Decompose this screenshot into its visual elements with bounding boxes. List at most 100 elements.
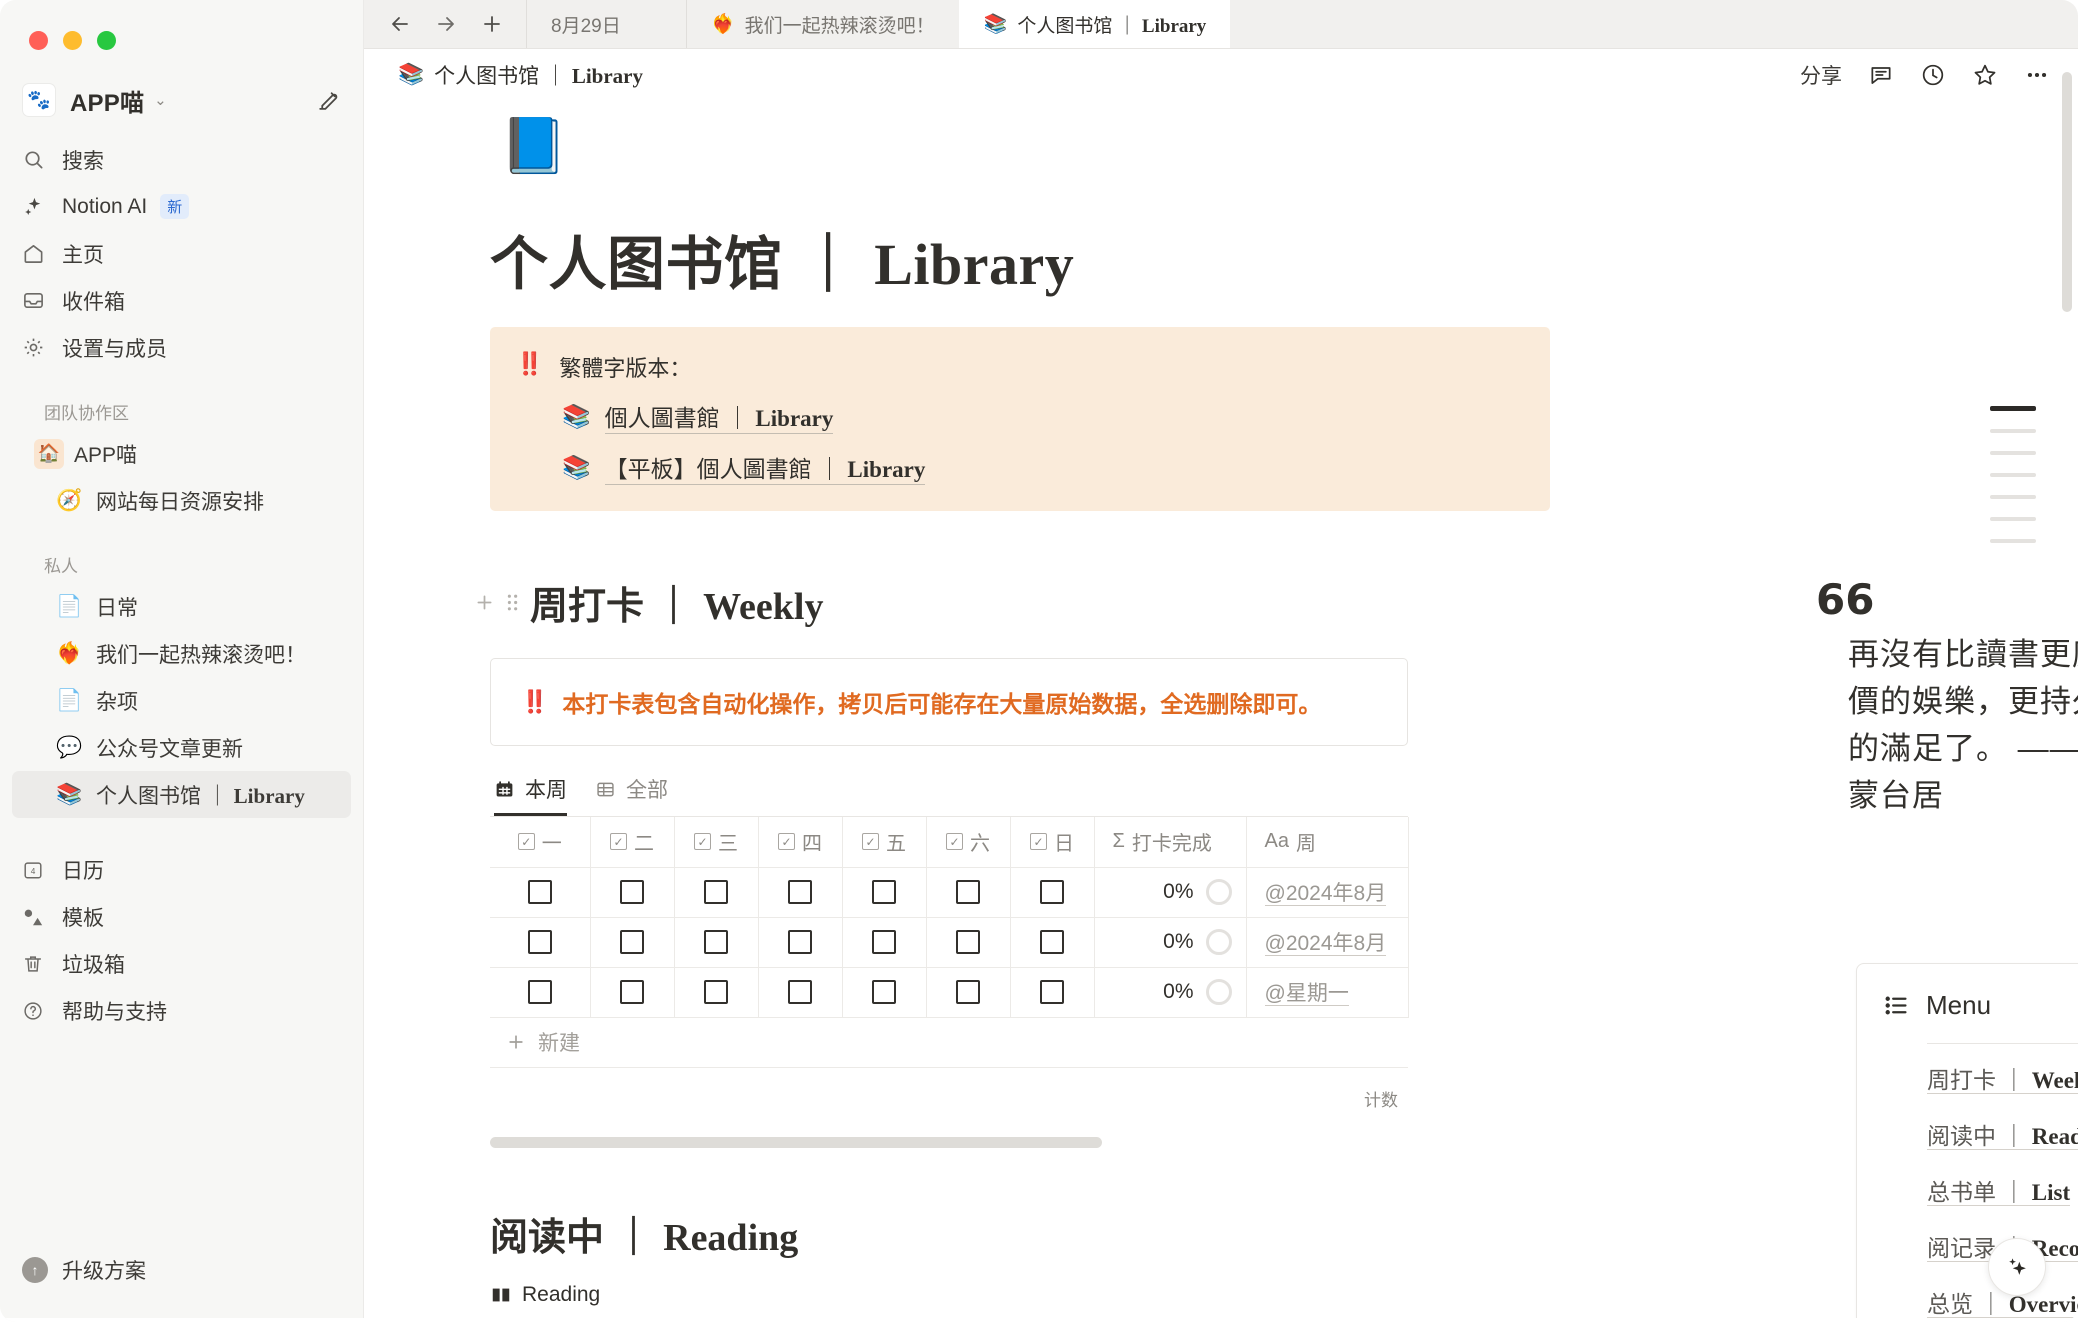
table-row[interactable]: 0% @2024年8月 xyxy=(490,917,1409,968)
cell-completion[interactable]: 0% xyxy=(1094,917,1247,968)
checkbox-unchecked-icon[interactable] xyxy=(620,930,644,954)
callout-link-row[interactable]: 📚 個人圖書館 ｜ Library xyxy=(562,399,1522,434)
sidebar-item-help[interactable]: 帮助与支持 xyxy=(0,987,363,1034)
menu-item-reading[interactable]: 阅读中 ｜ Reading xyxy=(1927,1106,2078,1162)
sidebar-item-inbox[interactable]: 收件箱 xyxy=(0,277,363,324)
sidebar-item-daily[interactable]: 📄 日常 xyxy=(12,583,351,630)
breadcrumb[interactable]: 📚 个人图书馆 ｜ Library xyxy=(398,60,643,90)
arrow-right-icon[interactable] xyxy=(434,12,458,36)
plus-icon[interactable] xyxy=(474,592,495,613)
close-button[interactable] xyxy=(29,30,48,50)
minimize-button[interactable] xyxy=(63,30,82,50)
column-header-wed[interactable]: ✓ 三 xyxy=(674,817,759,868)
cell-checkbox-wed[interactable] xyxy=(674,917,759,968)
column-header-sun[interactable]: ✓ 日 xyxy=(1010,817,1095,868)
cell-checkbox-thu[interactable] xyxy=(758,967,843,1018)
checkbox-unchecked-icon[interactable] xyxy=(872,930,896,954)
workspace-switcher[interactable]: 🐾 APP喵 ⌄ xyxy=(0,74,363,126)
db-view-this-week[interactable]: 本周 xyxy=(494,774,567,816)
tab-hot-spicy[interactable]: ❤️‍🔥 我们一起热辣滚烫吧！ xyxy=(686,0,959,48)
checkbox-unchecked-icon[interactable] xyxy=(1040,880,1064,904)
checkbox-unchecked-icon[interactable] xyxy=(704,930,728,954)
more-icon[interactable] xyxy=(2024,62,2050,88)
toc-line[interactable] xyxy=(1990,429,2036,433)
cell-checkbox-sat[interactable] xyxy=(926,867,1011,918)
sidebar-item-search[interactable]: 搜索 xyxy=(0,136,363,183)
cell-checkbox-fri[interactable] xyxy=(842,967,927,1018)
cell-checkbox-mon[interactable] xyxy=(490,867,591,918)
checkbox-unchecked-icon[interactable] xyxy=(527,930,552,954)
sidebar-item-daily-resources[interactable]: 🧭 网站每日资源安排 xyxy=(12,477,351,524)
sidebar-item-home[interactable]: 主页 xyxy=(0,230,363,277)
toc-line[interactable] xyxy=(1990,451,2036,455)
sidebar-item-app-miao[interactable]: 🏠 APP喵 xyxy=(12,430,351,477)
sidebar-item-trash[interactable]: 垃圾箱 xyxy=(0,940,363,987)
scrollbar-thumb[interactable] xyxy=(2062,72,2072,312)
checkbox-unchecked-icon[interactable] xyxy=(620,880,644,904)
cell-checkbox-mon[interactable] xyxy=(490,967,591,1018)
menu-item-weekly[interactable]: 周打卡 ｜ Weekly xyxy=(1927,1050,2078,1106)
sidebar-item-notion-ai[interactable]: Notion AI 新 xyxy=(0,183,363,230)
cell-week[interactable]: @星期一 xyxy=(1246,967,1409,1018)
sidebar-item-calendar[interactable]: 4 日历 xyxy=(0,846,363,893)
table-row[interactable]: 0% @2024年8月 xyxy=(490,867,1409,918)
cell-checkbox-tue[interactable] xyxy=(590,917,675,968)
table-of-contents-indicator[interactable] xyxy=(1990,406,2036,543)
cell-checkbox-tue[interactable] xyxy=(590,867,675,918)
tab-aug-29[interactable]: 8月29日 xyxy=(526,0,686,48)
checkbox-unchecked-icon[interactable] xyxy=(704,880,728,904)
checkbox-unchecked-icon[interactable] xyxy=(1040,930,1064,954)
window-vertical-scrollbar[interactable] xyxy=(2062,58,2072,1312)
sidebar-item-library[interactable]: 📚 个人图书馆 ｜ Library xyxy=(12,771,351,818)
checkbox-unchecked-icon[interactable] xyxy=(872,880,896,904)
new-row-button[interactable]: 新建 xyxy=(490,1018,1408,1068)
table-row[interactable]: 0% @星期一 xyxy=(490,967,1409,1018)
compose-icon[interactable] xyxy=(316,88,341,113)
cell-checkbox-tue[interactable] xyxy=(590,967,675,1018)
plus-icon[interactable] xyxy=(480,12,504,36)
cell-checkbox-mon[interactable] xyxy=(490,917,591,968)
sidebar-item-settings[interactable]: 设置与成员 xyxy=(0,324,363,371)
tab-library[interactable]: 📚 个人图书馆 ｜ Library xyxy=(958,0,1231,48)
checkbox-unchecked-icon[interactable] xyxy=(956,930,980,954)
menu-item-list[interactable]: 总书单 ｜ List xyxy=(1927,1162,2078,1218)
comment-icon[interactable] xyxy=(1868,62,1894,88)
cell-checkbox-sun[interactable] xyxy=(1010,867,1095,918)
cell-checkbox-fri[interactable] xyxy=(842,867,927,918)
toc-line[interactable] xyxy=(1990,539,2036,543)
arrow-left-icon[interactable] xyxy=(388,12,412,36)
zoom-button[interactable] xyxy=(97,30,116,50)
toc-line[interactable] xyxy=(1990,517,2036,521)
cell-checkbox-thu[interactable] xyxy=(758,917,843,968)
horizontal-scrollbar[interactable] xyxy=(490,1136,1102,1148)
checkbox-unchecked-icon[interactable] xyxy=(956,980,980,1004)
cell-completion[interactable]: 0% xyxy=(1094,967,1247,1018)
sidebar-item-templates[interactable]: 模板 xyxy=(0,893,363,940)
column-header-fri[interactable]: ✓ 五 xyxy=(842,817,927,868)
sidebar-item-wechat-updates[interactable]: 💬 公众号文章更新 xyxy=(12,724,351,771)
cell-completion[interactable]: 0% xyxy=(1094,867,1247,918)
cell-checkbox-sun[interactable] xyxy=(1010,917,1095,968)
notion-ai-button[interactable] xyxy=(1988,1238,2046,1296)
column-header-tue[interactable]: ✓ 二 xyxy=(590,817,675,868)
checkbox-unchecked-icon[interactable] xyxy=(527,980,552,1004)
checkbox-unchecked-icon[interactable] xyxy=(788,930,812,954)
cell-checkbox-sat[interactable] xyxy=(926,917,1011,968)
history-icon[interactable] xyxy=(1920,62,1946,88)
drag-handle-icon[interactable] xyxy=(505,592,520,613)
db-view-all[interactable]: 全部 xyxy=(595,774,668,816)
upgrade-plan-button[interactable]: ↑ 升级方案 xyxy=(0,1246,363,1294)
sidebar-item-hot-spicy[interactable]: ❤️‍🔥 我们一起热辣滚烫吧！ xyxy=(12,630,351,677)
checkbox-unchecked-icon[interactable] xyxy=(620,980,644,1004)
checkbox-unchecked-icon[interactable] xyxy=(1040,980,1064,1004)
checkbox-unchecked-icon[interactable] xyxy=(788,980,812,1004)
toc-line[interactable] xyxy=(1990,473,2036,477)
star-icon[interactable] xyxy=(1972,62,1998,88)
callout-link-row[interactable]: 📚 【平板】個人圖書館 ｜ Library xyxy=(562,450,1522,485)
cell-checkbox-sun[interactable] xyxy=(1010,967,1095,1018)
cell-checkbox-wed[interactable] xyxy=(674,967,759,1018)
checkbox-unchecked-icon[interactable] xyxy=(788,880,812,904)
cell-checkbox-sat[interactable] xyxy=(926,967,1011,1018)
column-header-sat[interactable]: ✓ 六 xyxy=(926,817,1011,868)
column-header-mon[interactable]: ✓ 一 xyxy=(490,817,591,868)
